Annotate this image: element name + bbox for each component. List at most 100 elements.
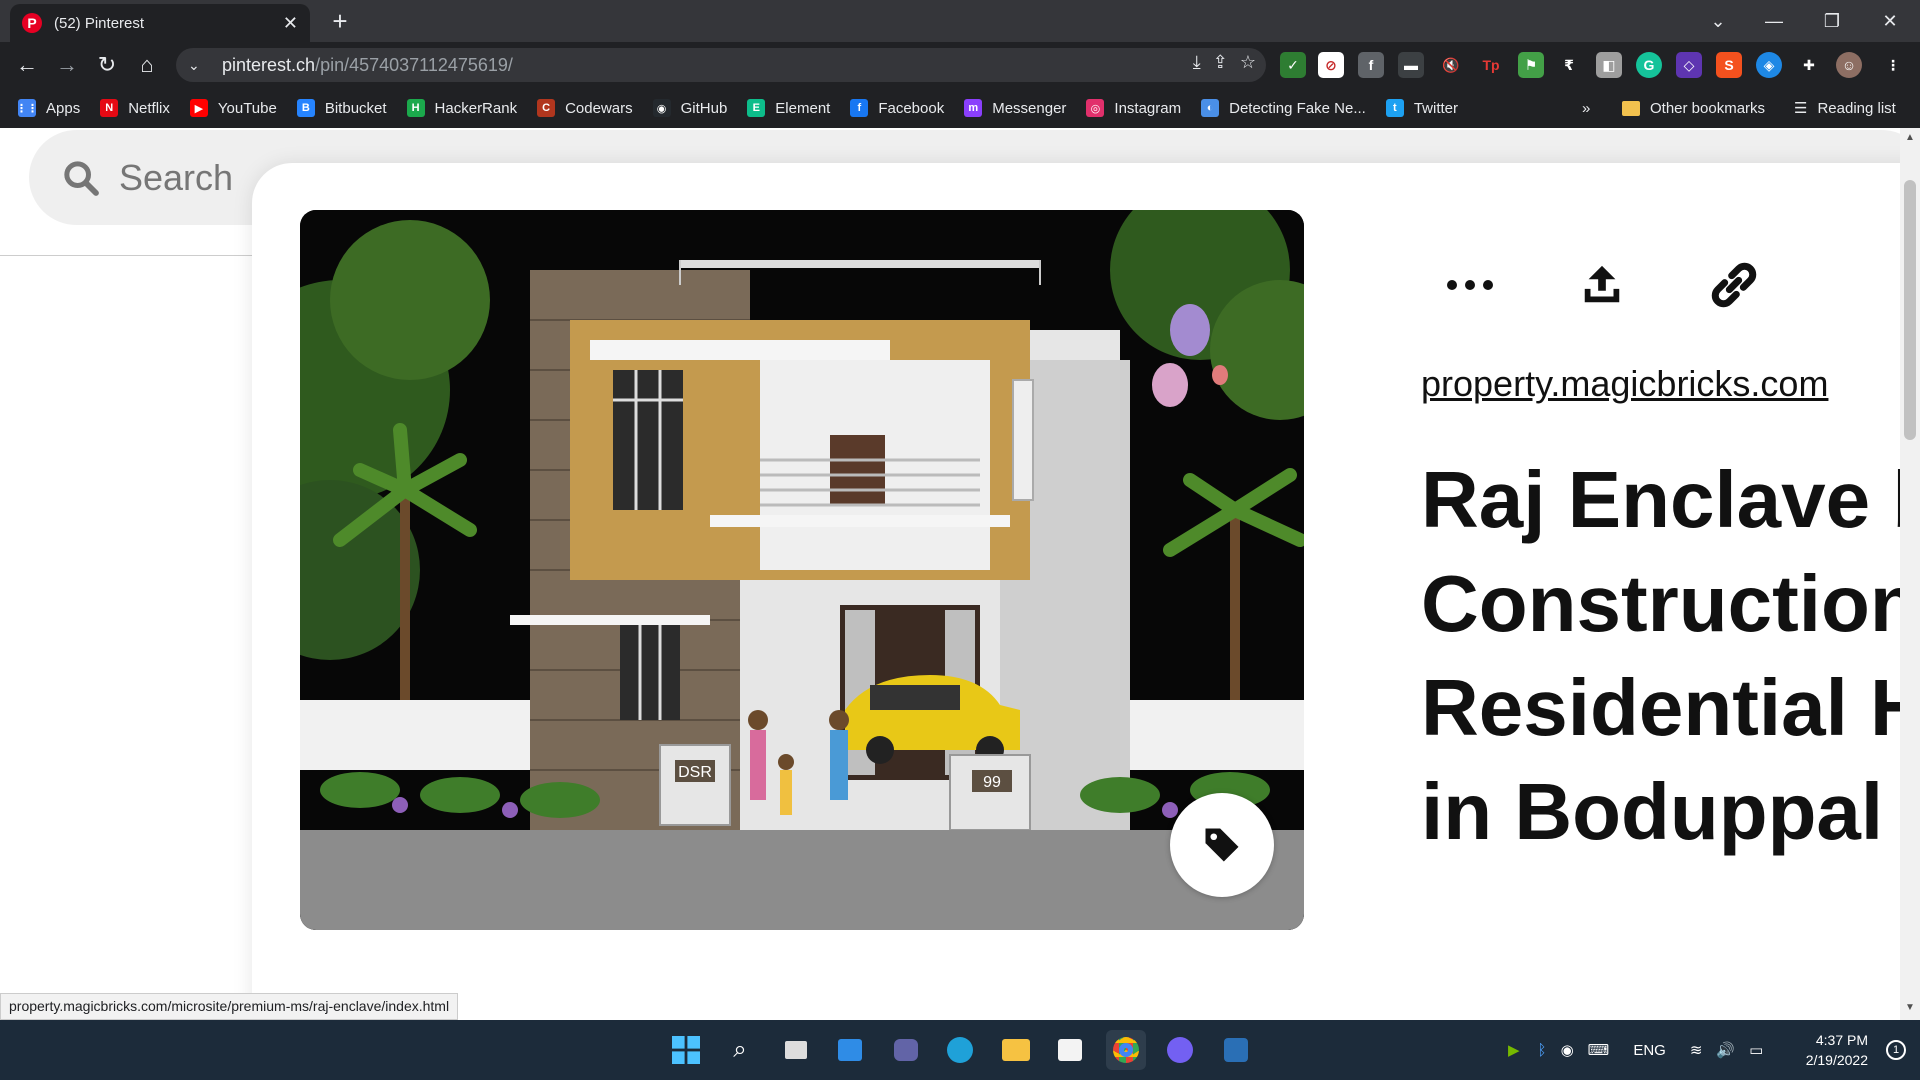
taskbar-search-icon[interactable]: ⌕ (720, 1030, 760, 1070)
minimize-button[interactable]: — (1746, 0, 1802, 42)
bookmark-label: Messenger (992, 99, 1067, 117)
upload-share-icon (1584, 265, 1620, 303)
pin-source-link[interactable]: property.magicbricks.com (1421, 363, 1828, 405)
profile-avatar[interactable]: ☺ (1836, 52, 1862, 78)
address-bar[interactable]: ⌄ pinterest.ch/pin/4574037112475619/ ⤓ ⇪… (176, 48, 1266, 82)
install-app-icon[interactable]: ⤓ (1193, 52, 1201, 73)
gate-sign-right: 99 (983, 774, 1001, 791)
reading-list-button[interactable]: ☰ Reading list (1794, 88, 1896, 128)
reading-list-icon: ☰ (1794, 100, 1808, 117)
teams-chat-icon[interactable] (886, 1030, 926, 1070)
pin-title-line: Construction (1421, 559, 1919, 648)
block-extension-icon[interactable]: ⊘ (1318, 52, 1344, 78)
bookmark-bitbucket[interactable]: B Bitbucket (296, 99, 387, 117)
sketchup-icon[interactable] (1216, 1030, 1256, 1070)
notification-badge[interactable]: 1 (1886, 1040, 1906, 1060)
bookmark-netflix[interactable]: N Netflix (100, 99, 170, 117)
reload-button[interactable]: ↻ (92, 50, 122, 80)
new-tab-button[interactable]: + (325, 6, 355, 36)
bookmark-youtube[interactable]: ▶ YouTube (189, 99, 277, 117)
start-windows-icon[interactable] (666, 1030, 706, 1070)
widgets-icon[interactable] (830, 1030, 870, 1070)
bookmark-label: HackerRank (434, 99, 518, 117)
ellipsis-icon (1447, 280, 1493, 290)
bluetooth-tray-icon[interactable]: ᛒ (1538, 1042, 1547, 1059)
grammarly-icon[interactable]: G (1636, 52, 1662, 78)
other-bookmarks-folder[interactable]: Other bookmarks (1622, 88, 1765, 128)
purple-extension-icon[interactable]: ◇ (1676, 52, 1702, 78)
wifi-icon[interactable]: ≋ (1690, 1041, 1703, 1059)
bookmark-messenger[interactable]: m Messenger (964, 99, 1066, 117)
bookmark-label: YouTube (217, 99, 277, 117)
other-bookmarks-label: Other bookmarks (1650, 99, 1766, 117)
product-tag-button[interactable] (1170, 793, 1274, 897)
bookmark-detecting-fake-ne[interactable]: ◐ Detecting Fake Ne... (1201, 99, 1366, 117)
facebook-icon: f (850, 99, 869, 117)
facebook-extension-icon[interactable]: f (1358, 52, 1384, 78)
forward-button[interactable]: → (52, 50, 82, 80)
pin-image[interactable]: DSR 99 (300, 210, 1304, 930)
multi-extension-icon[interactable]: ⚑ (1518, 52, 1544, 78)
back-button[interactable]: ← (12, 50, 42, 80)
bitbucket-icon: B (296, 99, 315, 117)
file-explorer-icon[interactable] (996, 1030, 1036, 1070)
orange-extension-icon[interactable]: S (1716, 52, 1742, 78)
url-host: pinterest.ch (222, 54, 316, 75)
chrome-tray-icon[interactable]: ◉ (1561, 1041, 1574, 1059)
bookmark-twitter[interactable]: t Twitter (1385, 99, 1458, 117)
bookmark-instagram[interactable]: ◎ Instagram (1086, 99, 1181, 117)
bookmarks-overflow-button[interactable]: » (1582, 88, 1590, 128)
more-options-button[interactable] (1440, 255, 1500, 315)
blue-extension-icon[interactable]: ◈ (1756, 52, 1782, 78)
microsoft-store-icon[interactable] (1050, 1030, 1090, 1070)
close-window-button[interactable]: ✕ (1862, 0, 1918, 42)
search-icon (64, 160, 99, 196)
chrome-taskbar-icon[interactable] (1106, 1030, 1146, 1070)
tab-search-button[interactable]: ⌄ (1690, 0, 1746, 42)
bookmark-facebook[interactable]: f Facebook (850, 99, 944, 117)
copy-link-button[interactable] (1704, 255, 1764, 315)
share-button[interactable] (1572, 255, 1632, 315)
currency-extension-icon[interactable]: ₹ (1556, 52, 1582, 78)
tp-extension-icon[interactable]: Tp (1478, 52, 1504, 78)
page-scrollbar[interactable]: ▲ ▼ (1900, 128, 1920, 1020)
clock-time: 4:37 PM (1815, 1032, 1868, 1048)
tab-pinterest[interactable]: P (52) Pinterest ✕ (10, 4, 310, 42)
scroll-down-arrow-icon[interactable]: ▼ (1904, 1002, 1916, 1016)
home-button[interactable]: ⌂ (132, 50, 162, 80)
system-clock[interactable]: 4:37 PM 2/19/2022 (1806, 1030, 1868, 1070)
pinterest-favicon-icon: P (22, 13, 42, 33)
viber-icon[interactable] (1160, 1030, 1200, 1070)
extensions-puzzle-icon[interactable]: ✚ (1796, 52, 1822, 78)
task-view-icon[interactable] (776, 1030, 816, 1070)
bookmark-star-icon[interactable]: ☆ (1240, 52, 1256, 73)
pin-actions (1440, 255, 1764, 315)
system-tray: ▶ ᛒ ◉ ⌨ ENG ≋ 🔊 ▭ (1508, 1030, 1763, 1070)
bookmark-element[interactable]: E Element (747, 99, 830, 117)
mute-tab-icon[interactable]: 🔇 (1438, 52, 1464, 78)
bookmark-label: Element (775, 99, 831, 117)
nvidia-tray-icon[interactable]: ▶ (1508, 1041, 1520, 1059)
bookmark-apps[interactable]: ⋮⋮ Apps (16, 99, 80, 117)
adguard-extension-icon[interactable]: ✓ (1280, 52, 1306, 78)
language-indicator[interactable]: ENG (1633, 1042, 1666, 1059)
site-info-icon[interactable]: ⌄ (188, 57, 210, 74)
tab-strip: P (52) Pinterest ✕ + ⌄ — ❐ ✕ (0, 0, 1920, 42)
tab-close-icon[interactable]: ✕ (283, 13, 298, 34)
keyboard-tray-icon[interactable]: ⌨ (1588, 1041, 1610, 1059)
scroll-up-arrow-icon[interactable]: ▲ (1904, 132, 1916, 146)
scrollbar-thumb[interactable] (1904, 180, 1916, 440)
bookmark-hackerrank[interactable]: H HackerRank (406, 99, 518, 117)
restore-button[interactable]: ❐ (1804, 0, 1860, 42)
new-extension-icon[interactable]: ▬ (1398, 52, 1424, 78)
volume-icon[interactable]: 🔊 (1716, 1041, 1735, 1059)
battery-icon[interactable]: ▭ (1749, 1041, 1763, 1059)
share-icon[interactable]: ⇪ (1213, 52, 1228, 73)
bookmark-github[interactable]: ◉ GitHub (652, 99, 727, 117)
url-path: /pin/4574037112475619/ (315, 54, 513, 75)
bookmark-codewars[interactable]: C Codewars (537, 99, 633, 117)
tool-extension-icon[interactable]: ◧ (1596, 52, 1622, 78)
browser-chrome: P (52) Pinterest ✕ + ⌄ — ❐ ✕ ← → ↻ ⌂ ⌄ p… (0, 0, 1920, 128)
chrome-menu-icon[interactable]: ⋮ (1880, 52, 1906, 78)
edge-browser-icon[interactable] (940, 1030, 980, 1070)
